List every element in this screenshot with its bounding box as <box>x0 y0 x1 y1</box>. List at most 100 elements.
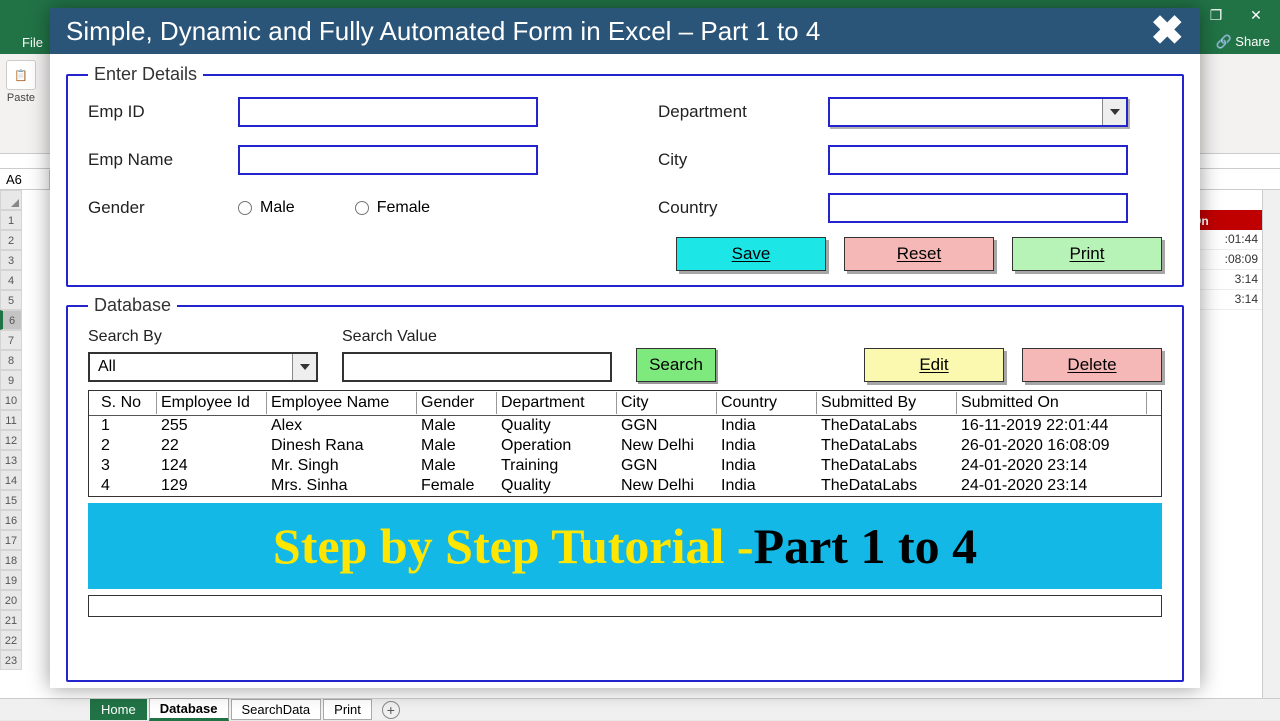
print-button[interactable]: Print <box>1012 237 1162 271</box>
row-header[interactable]: 18 <box>0 550 22 570</box>
column-header[interactable]: S. No <box>97 392 157 414</box>
enter-details-frame: Enter Details Emp ID Department Emp Name… <box>66 64 1184 287</box>
column-header[interactable]: Country <box>717 392 817 414</box>
table-cell: Mr. Singh <box>267 457 417 475</box>
column-header[interactable]: Employee Id <box>157 392 267 414</box>
row-header[interactable]: 15 <box>0 490 22 510</box>
emp-id-input[interactable] <box>238 97 538 127</box>
share-label: Share <box>1235 34 1270 49</box>
search-button[interactable]: Search <box>636 348 716 382</box>
column-header[interactable]: Submitted By <box>817 392 957 414</box>
edit-button[interactable]: Edit <box>864 348 1004 382</box>
column-header[interactable]: City <box>617 392 717 414</box>
banner-text-1: Step by Step Tutorial - <box>273 517 754 575</box>
search-by-value: All <box>98 358 116 376</box>
table-row[interactable]: 222Dinesh RanaMaleOperationNew DelhiIndi… <box>89 436 1161 456</box>
table-cell: 2 <box>97 437 157 455</box>
table-cell: Training <box>497 457 617 475</box>
table-cell: India <box>717 417 817 435</box>
row-header[interactable]: 21 <box>0 610 22 630</box>
emp-name-label: Emp Name <box>88 150 238 170</box>
table-cell: Male <box>417 437 497 455</box>
close-icon[interactable]: ✖ <box>1150 11 1184 51</box>
row-header[interactable]: 14 <box>0 470 22 490</box>
country-input[interactable] <box>828 193 1128 223</box>
row-header[interactable]: 1 <box>0 210 22 230</box>
database-legend: Database <box>88 295 177 316</box>
table-cell: Female <box>417 477 497 495</box>
add-sheet-button[interactable]: + <box>382 701 400 719</box>
row-header[interactable]: 3 <box>0 250 22 270</box>
row-header[interactable]: 6 <box>0 310 22 330</box>
chevron-down-icon <box>1102 99 1126 125</box>
search-by-combo[interactable]: All <box>88 352 318 382</box>
row-header[interactable]: 11 <box>0 410 22 430</box>
table-cell: New Delhi <box>617 437 717 455</box>
table-row[interactable]: 3124Mr. SinghMaleTrainingGGNIndiaTheData… <box>89 456 1161 476</box>
row-header[interactable]: 9 <box>0 370 22 390</box>
vertical-scrollbar[interactable] <box>1262 190 1280 698</box>
delete-button[interactable]: Delete <box>1022 348 1162 382</box>
table-cell: 26-01-2020 16:08:09 <box>957 437 1147 455</box>
table-cell: India <box>717 477 817 495</box>
column-header[interactable]: Department <box>497 392 617 414</box>
enter-details-legend: Enter Details <box>88 64 203 85</box>
sheet-searchdata[interactable]: SearchData <box>231 699 322 720</box>
row-header[interactable]: 17 <box>0 530 22 550</box>
row-header[interactable]: 12 <box>0 430 22 450</box>
table-cell: Male <box>417 457 497 475</box>
female-radio[interactable]: Female <box>355 199 430 217</box>
table-cell: TheDataLabs <box>817 457 957 475</box>
table-cell: India <box>717 437 817 455</box>
city-input[interactable] <box>828 145 1128 175</box>
window-close[interactable]: ✕ <box>1236 0 1276 30</box>
male-radio[interactable]: Male <box>238 199 295 217</box>
emp-name-input[interactable] <box>238 145 538 175</box>
table-cell: Male <box>417 417 497 435</box>
sheet-database[interactable]: Database <box>149 698 229 721</box>
row-header[interactable]: 8 <box>0 350 22 370</box>
tutorial-banner: Step by Step Tutorial - Part 1 to 4 <box>88 503 1162 589</box>
gender-label: Gender <box>88 198 238 218</box>
department-label: Department <box>658 102 828 122</box>
row-header[interactable]: 2 <box>0 230 22 250</box>
table-cell: Dinesh Rana <box>267 437 417 455</box>
table-cell: Alex <box>267 417 417 435</box>
table-cell: GGN <box>617 457 717 475</box>
table-cell: Quality <box>497 417 617 435</box>
sheet-home[interactable]: Home <box>90 699 147 720</box>
reset-button[interactable]: Reset <box>844 237 994 271</box>
table-cell: TheDataLabs <box>817 417 957 435</box>
table-row[interactable]: 4129Mrs. SinhaFemaleQualityNew DelhiIndi… <box>89 476 1161 496</box>
column-header[interactable]: Submitted On <box>957 392 1147 414</box>
row-header[interactable]: 5 <box>0 290 22 310</box>
row-header[interactable]: 7 <box>0 330 22 350</box>
window-restore[interactable]: ❐ <box>1196 0 1236 30</box>
row-header[interactable]: 22 <box>0 630 22 650</box>
save-button[interactable]: Save <box>676 237 826 271</box>
column-header[interactable]: Gender <box>417 392 497 414</box>
share-button[interactable]: 🔗 Share <box>1205 30 1280 54</box>
table-cell: 124 <box>157 457 267 475</box>
search-value-input[interactable] <box>342 352 612 382</box>
column-header[interactable]: Employee Name <box>267 392 417 414</box>
select-all-corner[interactable] <box>0 190 22 210</box>
name-box[interactable]: A6 <box>0 170 50 189</box>
sheet-print[interactable]: Print <box>323 699 372 720</box>
row-header[interactable]: 19 <box>0 570 22 590</box>
chevron-down-icon <box>292 354 316 380</box>
row-header[interactable]: 20 <box>0 590 22 610</box>
records-listview[interactable]: S. NoEmployee IdEmployee NameGenderDepar… <box>88 390 1162 497</box>
row-header[interactable]: 23 <box>0 650 22 670</box>
paste-button[interactable]: 📋 Paste <box>6 60 36 104</box>
table-cell: GGN <box>617 417 717 435</box>
row-header[interactable]: 10 <box>0 390 22 410</box>
department-combo[interactable] <box>828 97 1128 127</box>
row-header[interactable]: 16 <box>0 510 22 530</box>
search-value-label: Search Value <box>342 328 612 346</box>
row-header[interactable]: 4 <box>0 270 22 290</box>
database-frame: Database Search By All Search Value Sear… <box>66 295 1184 682</box>
ribbon-file-tab[interactable]: File <box>12 31 53 54</box>
row-header[interactable]: 13 <box>0 450 22 470</box>
table-row[interactable]: 1255AlexMaleQualityGGNIndiaTheDataLabs16… <box>89 416 1161 436</box>
